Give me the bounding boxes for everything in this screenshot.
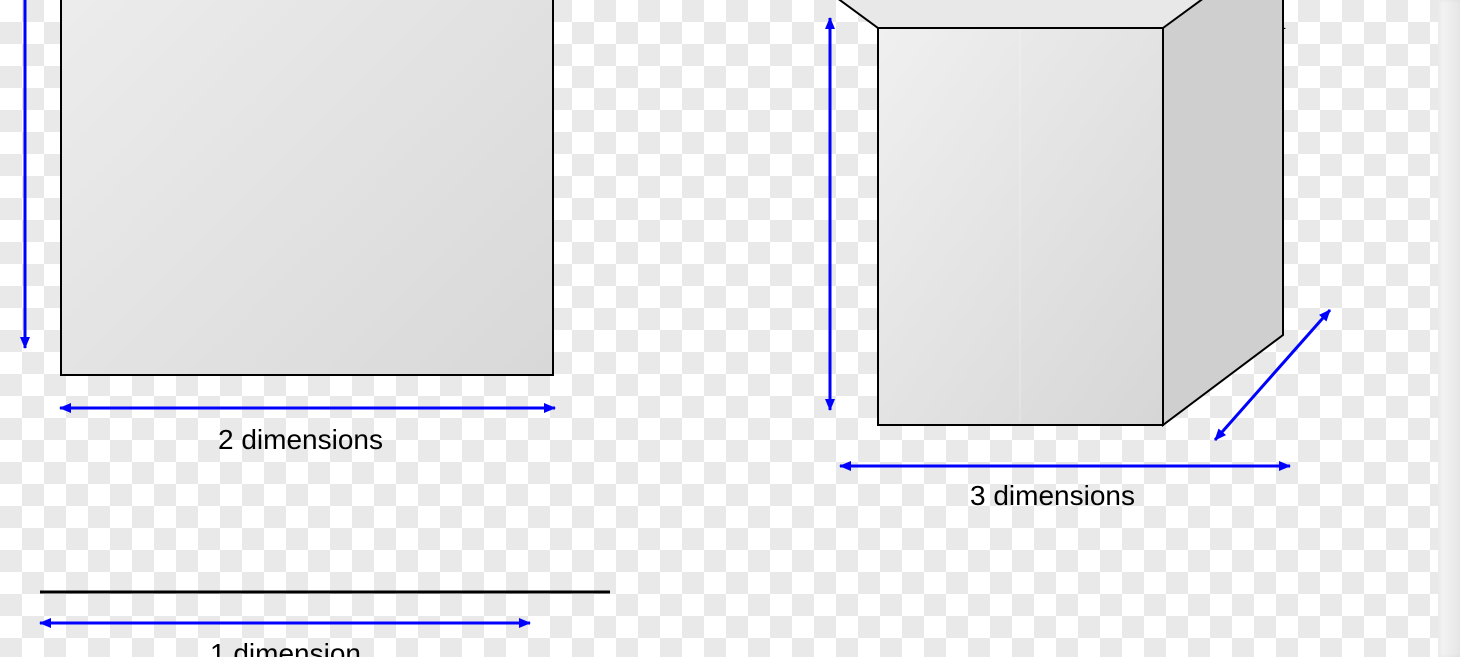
square-label: 2 dimensions (218, 424, 383, 456)
diagram-canvas: { "labels": { "square": "2 dimensions", … (0, 0, 1460, 657)
square-shape (61, 0, 553, 375)
cube-shape (758, 0, 1283, 425)
line-label: 1 dimension (210, 638, 361, 657)
diagram-svg (0, 0, 1460, 657)
cube-label: 3 dimensions (970, 480, 1135, 512)
